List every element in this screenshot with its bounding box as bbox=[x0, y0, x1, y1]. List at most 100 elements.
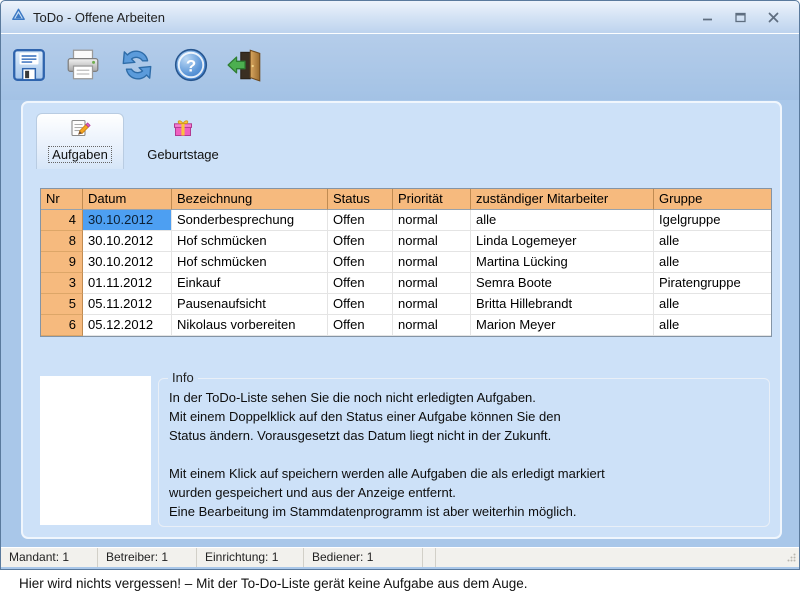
cell-status[interactable]: Offen bbox=[328, 210, 393, 231]
table-row[interactable]: 4 30.10.2012 Sonderbesprechung Offen nor… bbox=[41, 210, 771, 231]
help-button[interactable]: ? bbox=[171, 45, 211, 89]
tab-aufgaben[interactable]: Aufgaben bbox=[36, 113, 124, 169]
svg-text:?: ? bbox=[186, 56, 196, 75]
cell-nr[interactable]: 9 bbox=[41, 252, 83, 273]
cell-bezeichnung[interactable]: Nikolaus vorbereiten bbox=[172, 315, 328, 336]
table-row[interactable]: 6 05.12.2012 Nikolaus vorbereiten Offen … bbox=[41, 315, 771, 336]
cell-status[interactable]: Offen bbox=[328, 315, 393, 336]
tab-strip: Aufgaben Geburtstage bbox=[36, 113, 242, 169]
cell-bezeichnung[interactable]: Hof schmücken bbox=[172, 231, 328, 252]
floppy-disk-icon bbox=[10, 46, 48, 89]
refresh-button[interactable] bbox=[117, 45, 157, 89]
cell-gruppe[interactable]: alle bbox=[654, 252, 771, 273]
minimize-icon[interactable] bbox=[700, 10, 715, 25]
cell-status[interactable]: Offen bbox=[328, 252, 393, 273]
cell-gruppe[interactable]: Igelgruppe bbox=[654, 210, 771, 231]
printer-icon bbox=[64, 46, 102, 89]
table-header-row: Nr Datum Bezeichnung Status Priorität zu… bbox=[41, 189, 771, 210]
cell-status[interactable]: Offen bbox=[328, 273, 393, 294]
cell-prioritaet[interactable]: normal bbox=[393, 252, 471, 273]
info-line: Eine Bearbeitung im Stammdatenprogramm i… bbox=[169, 502, 769, 521]
window-title: ToDo - Offene Arbeiten bbox=[33, 10, 165, 25]
statusbar-einrichtung: Einrichtung: 1 bbox=[197, 548, 304, 567]
resize-grip-icon[interactable] bbox=[787, 551, 796, 565]
titlebar[interactable]: ToDo - Offene Arbeiten bbox=[1, 1, 799, 34]
cell-datum[interactable]: 01.11.2012 bbox=[83, 273, 172, 294]
statusbar-filler bbox=[436, 548, 787, 567]
cell-nr[interactable]: 8 bbox=[41, 231, 83, 252]
table-row[interactable]: 5 05.11.2012 Pausenaufsicht Offen normal… bbox=[41, 294, 771, 315]
cell-datum[interactable]: 30.10.2012 bbox=[83, 210, 172, 231]
tab-geburtstage-label: Geburtstage bbox=[147, 147, 219, 162]
question-mark-icon: ? bbox=[172, 46, 210, 89]
statusbar-bediener: Bediener: 1 bbox=[304, 548, 423, 567]
cell-nr[interactable]: 5 bbox=[41, 294, 83, 315]
info-groupbox: Info In der ToDo-Liste sehen Sie die noc… bbox=[158, 378, 770, 527]
cell-bezeichnung[interactable]: Hof schmücken bbox=[172, 252, 328, 273]
cell-mitarbeiter[interactable]: Martina Lücking bbox=[471, 252, 654, 273]
cell-gruppe[interactable]: Piratengruppe bbox=[654, 273, 771, 294]
cell-prioritaet[interactable]: normal bbox=[393, 273, 471, 294]
cell-nr[interactable]: 4 bbox=[41, 210, 83, 231]
cell-datum[interactable]: 30.10.2012 bbox=[83, 231, 172, 252]
cell-gruppe[interactable]: alle bbox=[654, 294, 771, 315]
cell-bezeichnung[interactable]: Sonderbesprechung bbox=[172, 210, 328, 231]
notes-pencil-icon bbox=[69, 117, 91, 144]
info-line bbox=[169, 445, 769, 464]
cell-mitarbeiter[interactable]: Britta Hillebrandt bbox=[471, 294, 654, 315]
cell-prioritaet[interactable]: normal bbox=[393, 315, 471, 336]
toolbar: ? bbox=[1, 34, 799, 100]
cell-gruppe[interactable]: alle bbox=[654, 231, 771, 252]
statusbar-mandant: Mandant: 1 bbox=[1, 548, 98, 567]
cell-mitarbeiter[interactable]: alle bbox=[471, 210, 654, 231]
table-body: 4 30.10.2012 Sonderbesprechung Offen nor… bbox=[41, 210, 771, 336]
cell-prioritaet[interactable]: normal bbox=[393, 294, 471, 315]
column-header-bezeichnung[interactable]: Bezeichnung bbox=[172, 189, 328, 210]
column-header-nr[interactable]: Nr bbox=[41, 189, 83, 210]
cell-datum[interactable]: 30.10.2012 bbox=[83, 252, 172, 273]
empty-picture-box bbox=[40, 376, 151, 525]
tasks-table: Nr Datum Bezeichnung Status Priorität zu… bbox=[40, 188, 772, 337]
info-line: wurden gespeichert und aus der Anzeige e… bbox=[169, 483, 769, 502]
info-line: Mit einem Klick auf speichern werden all… bbox=[169, 464, 769, 483]
cell-status[interactable]: Offen bbox=[328, 231, 393, 252]
cell-prioritaet[interactable]: normal bbox=[393, 210, 471, 231]
column-header-datum[interactable]: Datum bbox=[83, 189, 172, 210]
info-line: Mit einem Doppelklick auf den Status ein… bbox=[169, 407, 769, 426]
cell-nr[interactable]: 3 bbox=[41, 273, 83, 294]
app-window: ToDo - Offene Arbeiten bbox=[0, 0, 800, 570]
column-header-prioritaet[interactable]: Priorität bbox=[393, 189, 471, 210]
statusbar: Mandant: 1 Betreiber: 1 Einrichtung: 1 B… bbox=[1, 547, 799, 567]
column-header-gruppe[interactable]: Gruppe bbox=[654, 189, 771, 210]
maximize-icon[interactable] bbox=[733, 10, 748, 25]
gift-icon bbox=[172, 117, 194, 144]
cell-prioritaet[interactable]: normal bbox=[393, 231, 471, 252]
table-row[interactable]: 3 01.11.2012 Einkauf Offen normal Semra … bbox=[41, 273, 771, 294]
cell-datum[interactable]: 05.12.2012 bbox=[83, 315, 172, 336]
cell-datum[interactable]: 05.11.2012 bbox=[83, 294, 172, 315]
window-controls bbox=[700, 10, 789, 25]
exit-button[interactable] bbox=[225, 45, 265, 89]
cell-mitarbeiter[interactable]: Semra Boote bbox=[471, 273, 654, 294]
cell-nr[interactable]: 6 bbox=[41, 315, 83, 336]
table-row[interactable]: 9 30.10.2012 Hof schmücken Offen normal … bbox=[41, 252, 771, 273]
cell-gruppe[interactable]: alle bbox=[654, 315, 771, 336]
cell-bezeichnung[interactable]: Pausenaufsicht bbox=[172, 294, 328, 315]
statusbar-betreiber: Betreiber: 1 bbox=[98, 548, 197, 567]
close-icon[interactable] bbox=[766, 10, 781, 25]
tab-geburtstage[interactable]: Geburtstage bbox=[124, 113, 242, 169]
cell-mitarbeiter[interactable]: Linda Logemeyer bbox=[471, 231, 654, 252]
info-line: In der ToDo-Liste sehen Sie die noch nic… bbox=[169, 388, 769, 407]
tab-aufgaben-label: Aufgaben bbox=[49, 147, 111, 162]
exit-door-icon bbox=[226, 46, 264, 89]
cell-bezeichnung[interactable]: Einkauf bbox=[172, 273, 328, 294]
cell-status[interactable]: Offen bbox=[328, 294, 393, 315]
column-header-mitarbeiter[interactable]: zuständiger Mitarbeiter bbox=[471, 189, 654, 210]
column-header-status[interactable]: Status bbox=[328, 189, 393, 210]
save-button[interactable] bbox=[9, 45, 49, 89]
print-button[interactable] bbox=[63, 45, 103, 89]
cell-mitarbeiter[interactable]: Marion Meyer bbox=[471, 315, 654, 336]
figure-caption: Hier wird nichts vergessen! – Mit der To… bbox=[19, 576, 528, 591]
table-row[interactable]: 8 30.10.2012 Hof schmücken Offen normal … bbox=[41, 231, 771, 252]
content-panel: Aufgaben Geburtstage Nr Dat bbox=[21, 101, 782, 539]
